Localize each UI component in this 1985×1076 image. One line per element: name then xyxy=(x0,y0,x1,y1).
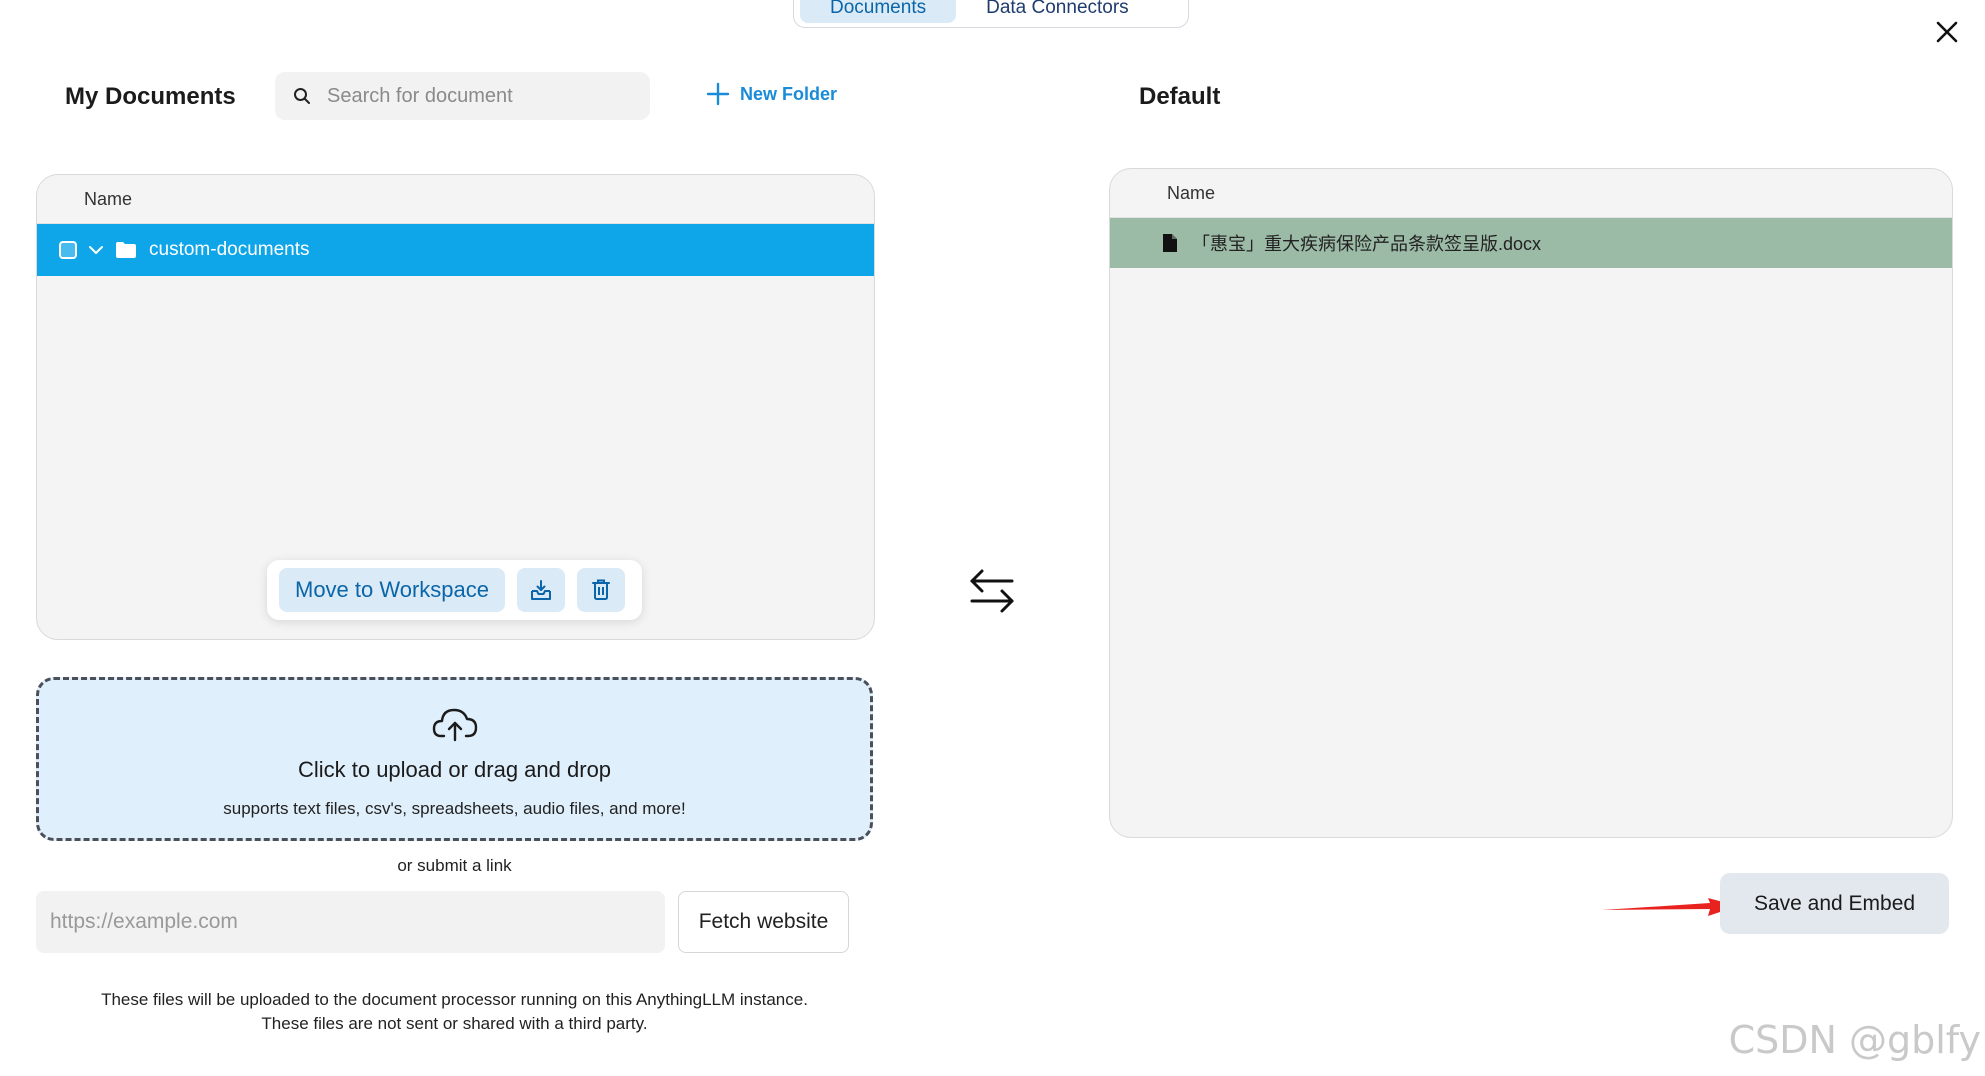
search-box[interactable] xyxy=(275,72,650,120)
folder-row[interactable]: custom-documents xyxy=(37,224,874,276)
name-column-header: Name xyxy=(1110,169,1952,218)
download-tray-icon xyxy=(531,580,552,600)
search-icon xyxy=(294,88,310,104)
fetch-website-button[interactable]: Fetch website xyxy=(678,891,849,953)
tab-documents[interactable]: Documents xyxy=(800,0,957,23)
folder-icon xyxy=(116,242,136,258)
delete-button[interactable] xyxy=(577,568,626,612)
watermark: CSDN @gblfy xyxy=(1728,1018,1981,1062)
new-folder-label: New Folder xyxy=(740,83,838,104)
plus-icon xyxy=(706,82,730,106)
document-manager-modal: Documents Data Connectors My Documents N… xyxy=(0,0,1985,1076)
upload-subtitle: supports text files, csv's, spreadsheets… xyxy=(223,799,686,818)
annotation-arrow xyxy=(1602,898,1738,916)
file-icon xyxy=(1163,234,1177,252)
name-column-label: Name xyxy=(84,188,133,209)
workspace-file-row[interactable]: 「惠宝」重大疾病保险产品条款签呈版.docx xyxy=(1110,218,1952,268)
top-tabs: Documents Data Connectors xyxy=(793,0,1189,28)
cloud-upload-icon xyxy=(432,708,477,742)
folder-name: custom-documents xyxy=(149,239,310,260)
tab-data-connectors[interactable]: Data Connectors xyxy=(956,0,1159,23)
upload-notice: These files will be uploaded to the docu… xyxy=(36,988,873,1036)
name-column-header: Name xyxy=(37,175,874,224)
close-icon[interactable] xyxy=(1933,18,1961,46)
move-to-workspace-button[interactable]: Move to Workspace xyxy=(279,568,506,612)
save-and-embed-button[interactable]: Save and Embed xyxy=(1720,873,1949,934)
trash-icon xyxy=(592,579,611,600)
name-column-label: Name xyxy=(1167,182,1216,203)
swap-arrows-icon xyxy=(970,569,1014,613)
new-folder-button[interactable]: New Folder xyxy=(706,82,837,106)
link-url-input[interactable] xyxy=(36,891,665,953)
notice-line-1: These files will be uploaded to the docu… xyxy=(101,990,808,1009)
file-name: 「惠宝」重大疾病保险产品条款签呈版.docx xyxy=(1192,234,1542,254)
my-documents-title: My Documents xyxy=(65,83,236,110)
notice-line-2: These files are not sent or shared with … xyxy=(261,1014,648,1033)
save-to-workspace-button[interactable] xyxy=(517,568,566,612)
workspace-title: Default xyxy=(1139,83,1221,110)
row-checkbox[interactable] xyxy=(59,241,77,259)
search-input[interactable] xyxy=(325,83,629,109)
upload-title: Click to upload or drag and drop xyxy=(297,757,612,782)
upload-dropzone[interactable]: Click to upload or drag and drop support… xyxy=(36,677,873,841)
selection-toolbar: Move to Workspace xyxy=(267,560,642,620)
or-submit-link-label: or submit a link xyxy=(397,856,512,875)
chevron-down-icon[interactable] xyxy=(87,244,105,256)
workspace-documents-panel: Name 「惠宝」重大疾病保险产品条款签呈版.docx xyxy=(1109,168,1953,838)
